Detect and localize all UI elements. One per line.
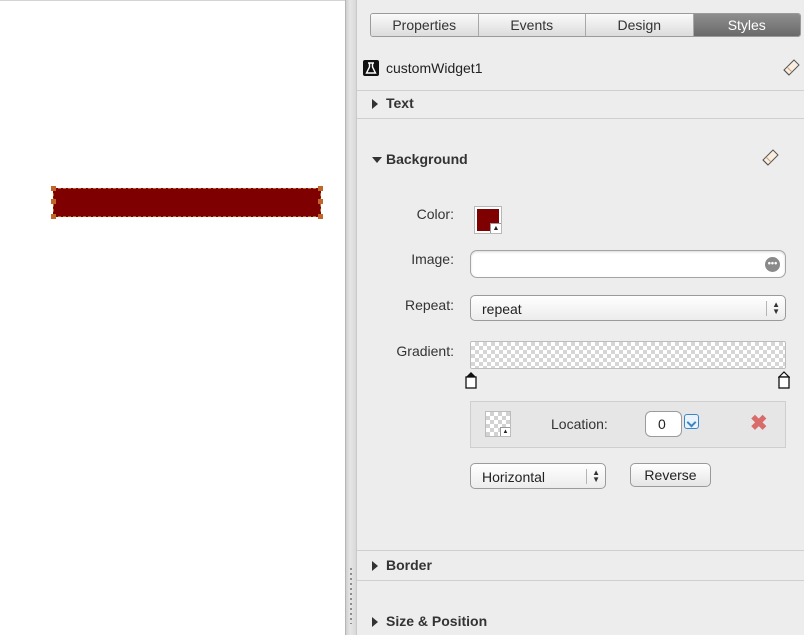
direction-value: Horizontal [482,469,546,485]
inspector-panel: Properties Events Design Styles customWi… [357,0,804,635]
gradient-direction-select[interactable]: Horizontal ▲ ▼ [470,463,606,489]
disclosure-right-icon [372,99,378,109]
resize-handle[interactable] [51,199,56,204]
reverse-button[interactable]: Reverse [630,463,711,487]
section-size-position-header[interactable]: Size & Position [357,608,804,635]
widget-name: customWidget1 [386,60,483,76]
repeat-select[interactable]: repeat ▲ ▼ [470,295,786,321]
color-well[interactable]: ▲ [474,206,502,234]
stop-color-arrow-icon: ▲ [500,427,510,436]
location-label: Location: [551,416,608,432]
section-background-header[interactable]: Background [357,146,804,174]
location-input[interactable]: 0 [645,411,682,437]
selected-widget[interactable] [51,186,323,219]
select-arrows-icon: ▲ ▼ [766,301,780,316]
tab-events[interactable]: Events [478,14,586,36]
resize-handle[interactable] [318,199,323,204]
splitter-grip[interactable] [350,568,352,624]
tab-design[interactable]: Design [586,14,694,36]
color-label: Color: [416,206,454,222]
repeat-value: repeat [482,301,522,317]
inspector-tabs: Properties Events Design Styles [370,13,801,37]
resize-handle[interactable] [318,214,323,219]
gradient-stop-start-icon[interactable] [465,371,477,389]
gradient-stop-end-icon[interactable] [778,371,790,389]
resize-handle[interactable] [51,186,56,191]
image-field[interactable]: ••• [470,250,786,278]
resize-handle[interactable] [51,214,56,219]
tab-properties[interactable]: Properties [371,14,479,36]
section-divider [357,550,804,551]
section-divider [357,580,804,581]
gradient-stop-editor: ▲ Location: 0 ✖ [470,401,786,448]
stop-color-well[interactable]: ▲ [485,411,511,437]
section-divider [357,118,804,119]
section-border-header[interactable]: Border [357,552,804,580]
section-size-position-label: Size & Position [386,613,488,629]
section-background-label: Background [386,151,468,167]
browse-ellipsis-icon[interactable]: ••• [765,257,780,272]
repeat-label: Repeat: [404,297,454,313]
reset-background-eraser-icon[interactable] [760,148,780,168]
gradient-label: Gradient: [396,343,454,359]
reset-styles-eraser-icon[interactable] [781,58,801,78]
select-arrows-icon: ▲ ▼ [586,469,600,484]
section-border-label: Border [386,557,432,573]
disclosure-right-icon [372,561,378,571]
disclosure-right-icon [372,617,378,627]
location-dropdown-icon[interactable] [684,414,699,429]
section-text-header[interactable]: Text [357,90,804,118]
image-label: Image: [411,251,454,267]
resize-handle[interactable] [318,186,323,191]
gradient-preview[interactable] [470,341,786,369]
design-canvas[interactable] [0,0,345,635]
disclosure-down-icon [372,157,382,163]
location-value: 0 [658,416,666,432]
color-menu-arrow-icon: ▲ [490,223,501,233]
flask-icon [363,60,379,76]
remove-stop-icon[interactable]: ✖ [750,411,768,436]
panel-splitter[interactable] [345,0,357,635]
tab-styles[interactable]: Styles [693,14,800,36]
widget-header: customWidget1 [357,52,804,86]
section-text-label: Text [386,95,414,111]
